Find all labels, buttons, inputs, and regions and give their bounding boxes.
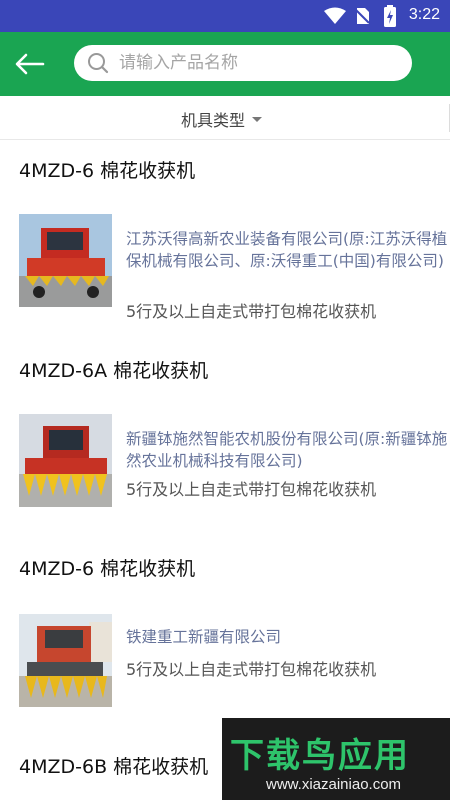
status-bar: 3:22 <box>0 0 450 32</box>
product-title: 4MZD-6 棉花收获机 <box>19 558 196 580</box>
machine-type-filter[interactable]: 机具类型 <box>181 107 263 131</box>
caret-down-icon <box>252 116 263 122</box>
wifi-icon <box>324 7 346 24</box>
arrow-left-icon <box>15 53 45 75</box>
no-sim-icon <box>354 8 370 24</box>
app-bar <box>0 32 450 96</box>
product-company: 铁建重工新疆有限公司 <box>126 628 282 646</box>
product-image <box>19 214 112 307</box>
filter-label: 机具类型 <box>181 111 246 130</box>
status-time: 3:22 <box>408 6 440 23</box>
product-image <box>19 614 112 707</box>
product-category: 5行及以上自走式带打包棉花收获机 <box>126 660 377 679</box>
product-title: 4MZD-6A 棉花收获机 <box>19 360 209 382</box>
product-company: 新疆钵施然智能农机股份有限公司(原:新疆钵施然农业机械科技有限公司) <box>126 430 448 470</box>
product-title: 4MZD-6B 棉花收获机 <box>19 756 209 778</box>
product-category: 5行及以上自走式带打包棉花收获机 <box>126 302 377 321</box>
battery-charging-icon <box>384 5 396 27</box>
watermark-logo: 下载鸟应用 www.xiazainiao.com <box>222 718 450 800</box>
back-button[interactable] <box>14 49 46 79</box>
search-icon <box>88 53 109 74</box>
search-input[interactable] <box>119 53 399 73</box>
watermark-brand: 下载鸟应用 <box>230 736 410 776</box>
filter-bar: 机具类型 <box>0 96 450 140</box>
product-title: 4MZD-6 棉花收获机 <box>19 160 196 182</box>
product-category: 5行及以上自走式带打包棉花收获机 <box>126 480 377 499</box>
product-company: 江苏沃得高新农业装备有限公司(原:江苏沃得植保机械有限公司、原:沃得重工(中国)… <box>126 230 448 270</box>
product-image <box>19 414 112 507</box>
search-bar[interactable] <box>74 45 412 81</box>
watermark-url: www.xiazainiao.com <box>266 776 402 793</box>
